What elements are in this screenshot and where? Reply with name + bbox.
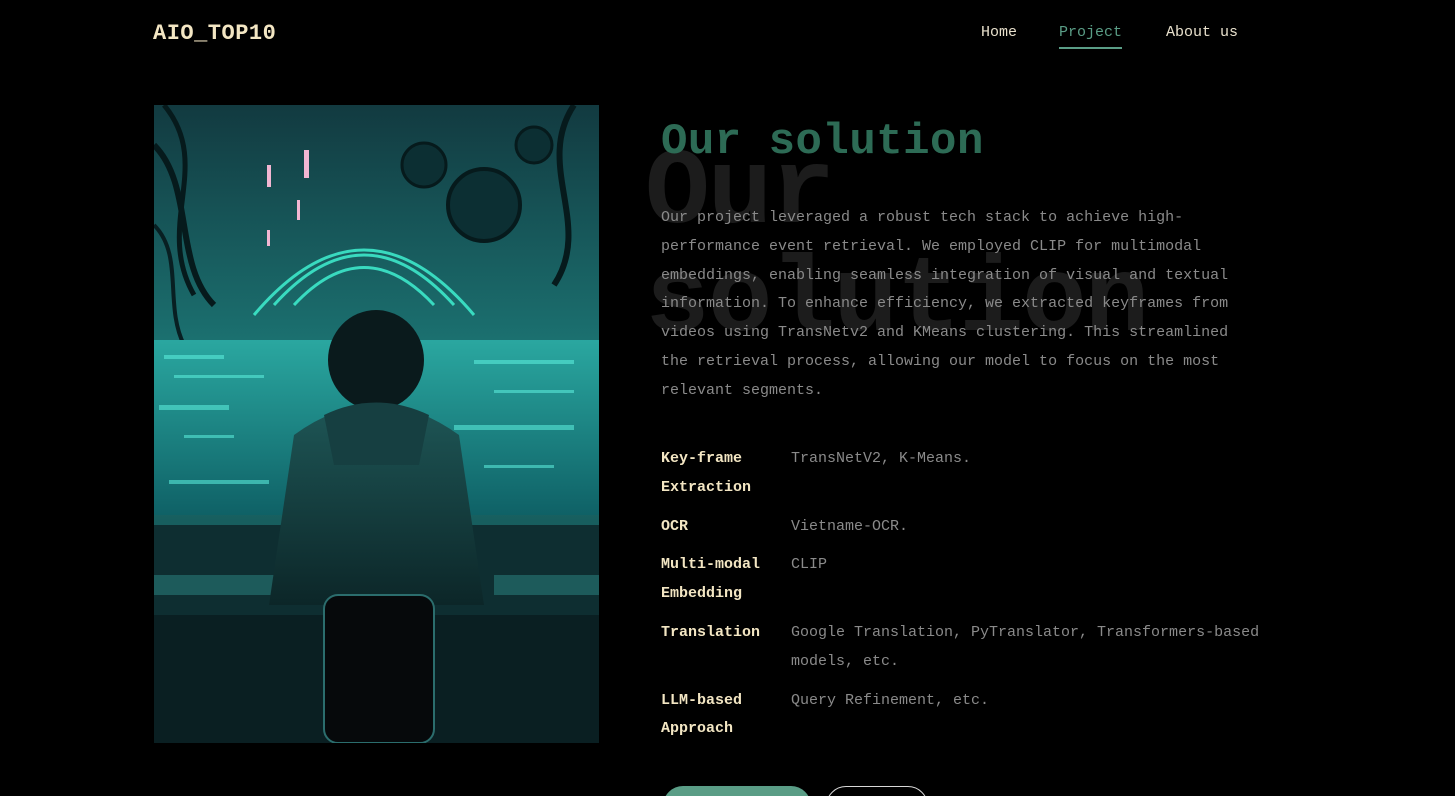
nav-link-project[interactable]: Project [1059, 24, 1123, 49]
spec-row-keyframe: Key-frame Extraction TransNetV2, K-Means… [661, 445, 1261, 503]
spec-key: Multi-modal Embedding [661, 556, 761, 603]
section-title: Our solution [661, 117, 984, 167]
secondary-action-button[interactable] [826, 786, 928, 796]
tech-stack-list: Key-frame Extraction TransNetV2, K-Means… [661, 445, 1261, 754]
nav-link-home[interactable]: Home [981, 24, 1017, 47]
spec-value: TransNetV2, K-Means. [791, 450, 972, 467]
spec-key: Key-frame Extraction [661, 450, 752, 496]
section-description: Our project leveraged a robust tech stac… [661, 209, 1229, 399]
spec-row-embedding: Multi-modal Embedding CLIP [661, 551, 1261, 609]
spec-value: CLIP [791, 556, 828, 574]
spec-row-ocr: OCR Vietname-OCR. [661, 513, 1261, 542]
spec-value: Query Refinement, etc. [791, 691, 990, 709]
hero-image [154, 105, 599, 743]
spec-value: Google Translation, PyTranslator, Transf… [791, 623, 1260, 670]
spec-row-translation: Translation Google Translation, PyTransl… [661, 619, 1261, 677]
spec-row-llm: LLM-based Approach Query Refinement, etc… [661, 687, 1261, 745]
primary-action-button[interactable] [663, 786, 811, 796]
page: AIO_TOP10 Home Project About us Our solu… [0, 0, 1455, 796]
nav-link-about-us[interactable]: About us [1166, 24, 1238, 47]
main-nav: Home Project About us [0, 24, 1455, 54]
spec-key: OCR [661, 517, 689, 535]
solution-section: Our solution Our project leveraged a rob… [661, 117, 1261, 737]
spec-key: Translation [661, 623, 761, 641]
spec-value: Vietname-OCR. [791, 517, 909, 535]
spec-key: LLM-based Approach [661, 691, 743, 738]
